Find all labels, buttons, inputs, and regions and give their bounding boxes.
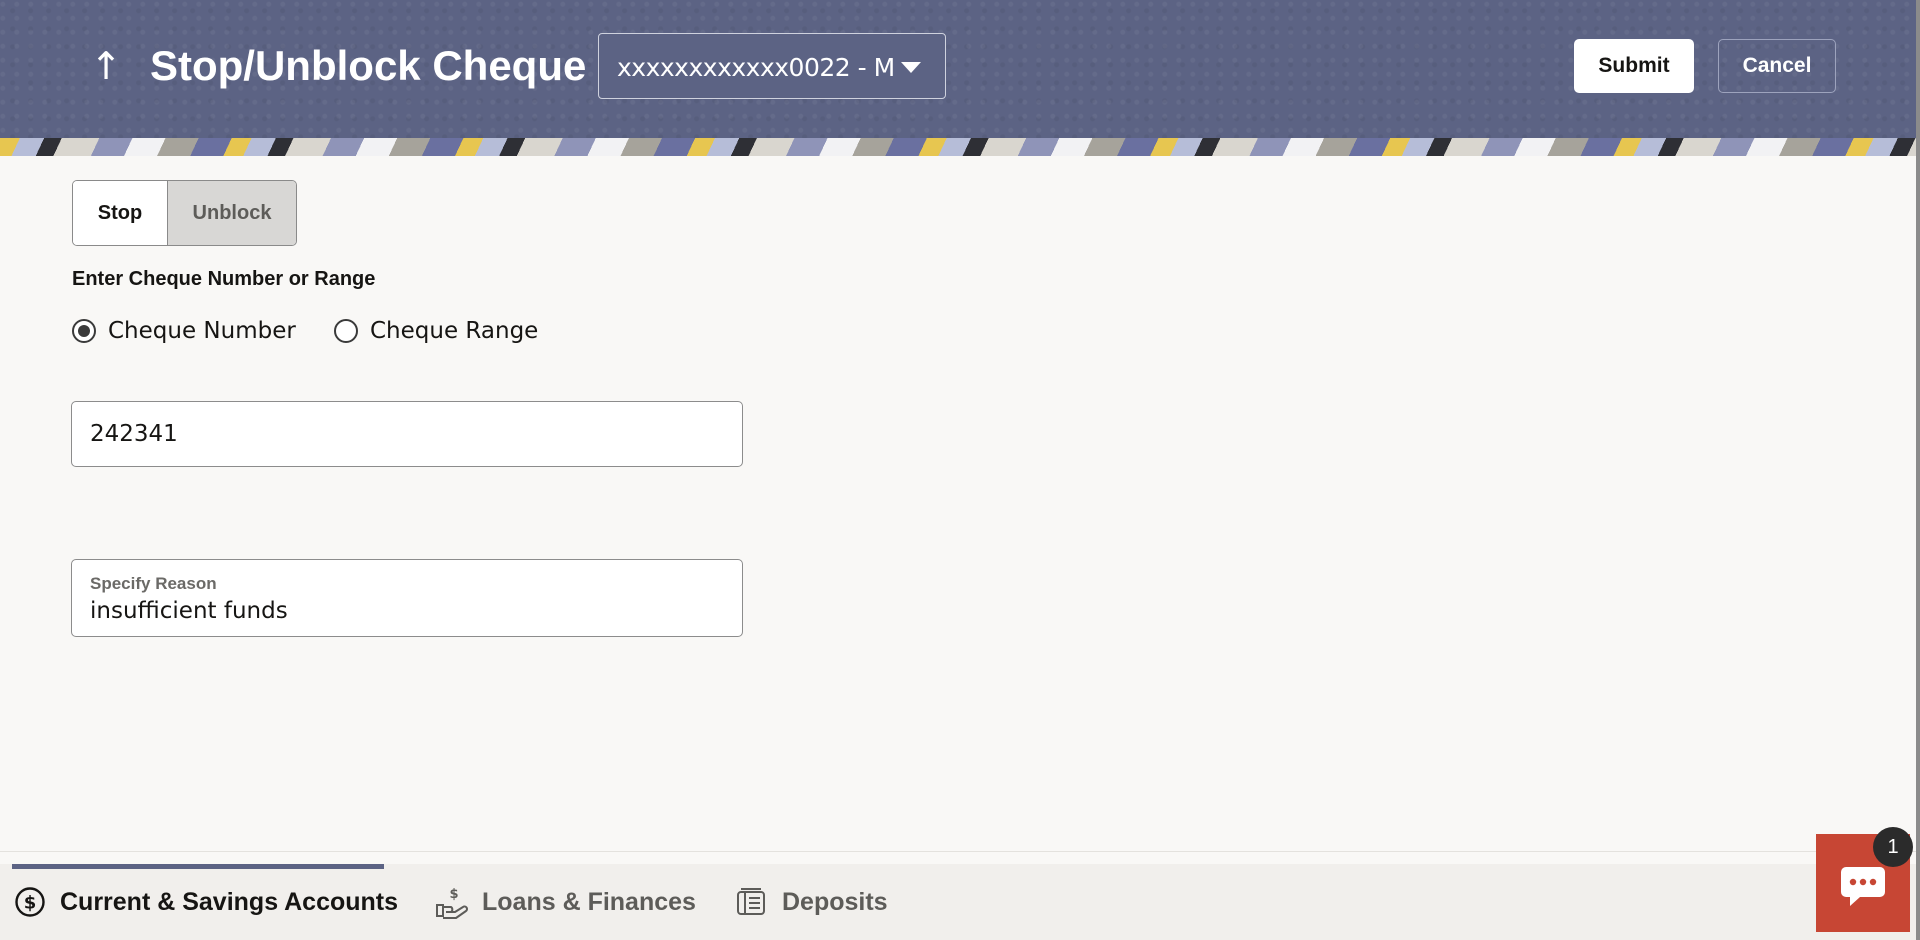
window-edge bbox=[1916, 0, 1920, 940]
dollar-circle-icon: $ bbox=[15, 887, 45, 917]
tab-deposits[interactable]: Deposits bbox=[734, 864, 888, 940]
svg-text:$: $ bbox=[449, 887, 458, 902]
radio-cheque-number[interactable]: Cheque Number bbox=[72, 316, 296, 346]
stop-unblock-toggle: Stop Unblock bbox=[72, 180, 297, 246]
cheque-entry-label: Enter Cheque Number or Range bbox=[72, 268, 376, 290]
deposit-icon bbox=[737, 888, 765, 915]
tabs-divider bbox=[0, 851, 1916, 852]
reason-input[interactable]: Specify Reason insufficient funds bbox=[71, 559, 743, 637]
page-title: Stop/Unblock Cheque bbox=[150, 42, 587, 89]
tab-label: Current & Savings Accounts bbox=[60, 887, 399, 916]
reason-label: Specify Reason bbox=[90, 574, 217, 593]
stop-option[interactable]: Stop bbox=[73, 181, 168, 245]
decorative-stripe bbox=[0, 138, 1918, 156]
tab-loans-finances[interactable]: $ Loans & Finances bbox=[434, 864, 696, 940]
cheque-number-value: 242341 bbox=[90, 421, 178, 447]
radio-cheque-range-label: Cheque Range bbox=[370, 318, 539, 344]
hand-dollar-icon: $ bbox=[436, 887, 468, 919]
tab-label: Loans & Finances bbox=[482, 887, 696, 916]
radio-checked-icon bbox=[72, 319, 96, 343]
radio-cheque-number-label: Cheque Number bbox=[108, 318, 296, 344]
tab-current-savings-accounts[interactable]: $ Current & Savings Accounts bbox=[14, 864, 398, 940]
account-select[interactable]: xxxxxxxxxxxx0022 - M bbox=[598, 33, 946, 99]
account-select-value: xxxxxxxxxxxx0022 - M bbox=[617, 53, 895, 82]
reason-value: insufficient funds bbox=[90, 598, 288, 624]
back-arrow-icon[interactable]: ↑ bbox=[88, 44, 124, 88]
radio-cheque-range[interactable]: Cheque Range bbox=[334, 316, 538, 346]
radio-unchecked-icon bbox=[334, 319, 358, 343]
cancel-button[interactable]: Cancel bbox=[1718, 39, 1836, 93]
chat-notification-badge: 1 bbox=[1873, 827, 1913, 867]
chevron-down-icon bbox=[901, 62, 921, 73]
cheque-number-input[interactable]: 242341 bbox=[71, 401, 743, 467]
submit-button[interactable]: Submit bbox=[1574, 39, 1694, 93]
svg-text:$: $ bbox=[24, 893, 37, 914]
unblock-option[interactable]: Unblock bbox=[168, 181, 296, 245]
tab-label: Deposits bbox=[782, 887, 888, 916]
